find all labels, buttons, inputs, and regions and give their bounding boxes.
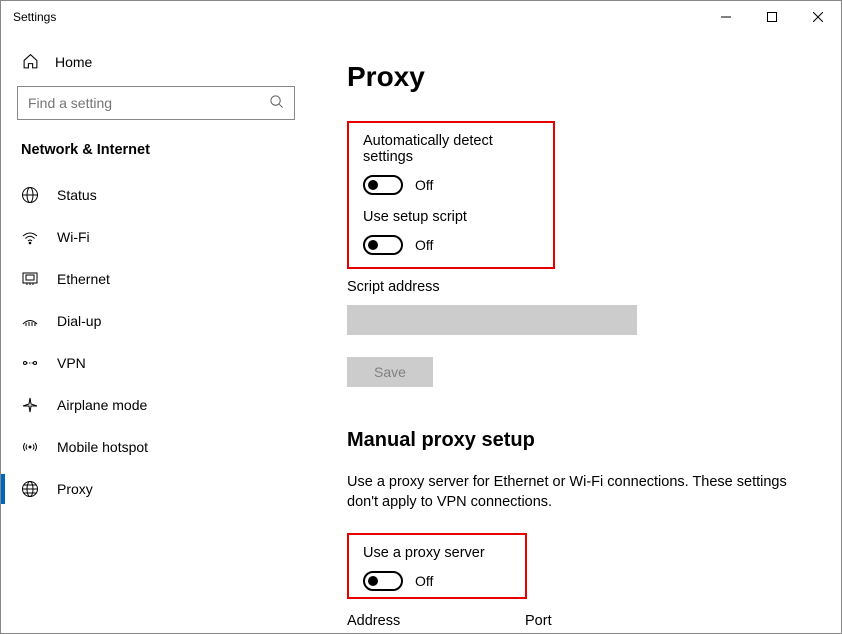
status-icon bbox=[21, 186, 39, 204]
sidebar-item-label: Dial-up bbox=[57, 313, 101, 329]
setup-script-label: Use setup script bbox=[363, 209, 539, 225]
highlight-box-manual: Use a proxy server Off bbox=[347, 533, 527, 599]
ethernet-icon bbox=[21, 270, 39, 288]
sidebar-item-label: Wi-Fi bbox=[57, 229, 90, 245]
home-label: Home bbox=[55, 54, 92, 70]
port-label: Port bbox=[525, 613, 597, 629]
proxy-icon bbox=[21, 480, 39, 498]
titlebar: Settings bbox=[1, 1, 841, 33]
settings-window: Settings Home bbox=[0, 0, 842, 634]
auto-detect-toggle[interactable] bbox=[363, 175, 403, 195]
home-link[interactable]: Home bbox=[1, 43, 311, 80]
setup-script-toggle-row: Off bbox=[363, 235, 539, 255]
auto-detect-label: Automatically detect settings bbox=[363, 133, 539, 165]
search-input[interactable] bbox=[28, 95, 269, 111]
setup-script-state: Off bbox=[415, 237, 433, 253]
sidebar-item-label: VPN bbox=[57, 355, 86, 371]
home-icon bbox=[21, 53, 39, 70]
sidebar-item-label: Airplane mode bbox=[57, 397, 147, 413]
window-body: Home Network & Internet Status bbox=[1, 33, 841, 633]
wifi-icon bbox=[21, 228, 39, 246]
address-port-row: Address Port bbox=[347, 609, 805, 633]
auto-detect-state: Off bbox=[415, 177, 433, 193]
maximize-button[interactable] bbox=[749, 1, 795, 33]
window-controls bbox=[703, 1, 841, 33]
search-box[interactable] bbox=[17, 86, 295, 120]
auto-detect-toggle-row: Off bbox=[363, 175, 539, 195]
close-button[interactable] bbox=[795, 1, 841, 33]
address-label: Address bbox=[347, 613, 507, 629]
sidebar-item-label: Status bbox=[57, 187, 97, 203]
category-heading: Network & Internet bbox=[1, 136, 311, 174]
search-container bbox=[1, 80, 311, 136]
sidebar-item-hotspot[interactable]: Mobile hotspot bbox=[1, 426, 311, 468]
dialup-icon bbox=[21, 312, 39, 330]
airplane-icon bbox=[21, 396, 39, 414]
use-proxy-toggle-row: Off bbox=[363, 571, 511, 591]
save-button[interactable]: Save bbox=[347, 357, 433, 387]
page-title: Proxy bbox=[347, 61, 805, 93]
manual-description: Use a proxy server for Ethernet or Wi-Fi… bbox=[347, 472, 787, 513]
highlight-box-auto: Automatically detect settings Off Use se… bbox=[347, 121, 555, 269]
sidebar-item-ethernet[interactable]: Ethernet bbox=[1, 258, 311, 300]
sidebar-item-label: Mobile hotspot bbox=[57, 439, 148, 455]
use-proxy-state: Off bbox=[415, 573, 433, 589]
sidebar-item-dialup[interactable]: Dial-up bbox=[1, 300, 311, 342]
search-icon bbox=[269, 94, 284, 112]
sidebar-item-status[interactable]: Status bbox=[1, 174, 311, 216]
script-address-label: Script address bbox=[347, 279, 805, 295]
nav-list: Status Wi-Fi Ethernet bbox=[1, 174, 311, 510]
hotspot-icon bbox=[21, 438, 39, 456]
window-title: Settings bbox=[13, 10, 703, 24]
sidebar-item-vpn[interactable]: VPN bbox=[1, 342, 311, 384]
manual-section-title: Manual proxy setup bbox=[347, 429, 805, 452]
script-address-input[interactable] bbox=[347, 305, 637, 335]
sidebar-item-proxy[interactable]: Proxy bbox=[1, 468, 311, 510]
sidebar-item-airplane[interactable]: Airplane mode bbox=[1, 384, 311, 426]
sidebar-item-wifi[interactable]: Wi-Fi bbox=[1, 216, 311, 258]
minimize-button[interactable] bbox=[703, 1, 749, 33]
content-pane: Proxy Automatically detect settings Off … bbox=[311, 33, 841, 633]
sidebar: Home Network & Internet Status bbox=[1, 33, 311, 633]
sidebar-item-label: Proxy bbox=[57, 481, 93, 497]
setup-script-toggle[interactable] bbox=[363, 235, 403, 255]
sidebar-item-label: Ethernet bbox=[57, 271, 110, 287]
use-proxy-label: Use a proxy server bbox=[363, 545, 511, 561]
use-proxy-toggle[interactable] bbox=[363, 571, 403, 591]
vpn-icon bbox=[21, 354, 39, 372]
